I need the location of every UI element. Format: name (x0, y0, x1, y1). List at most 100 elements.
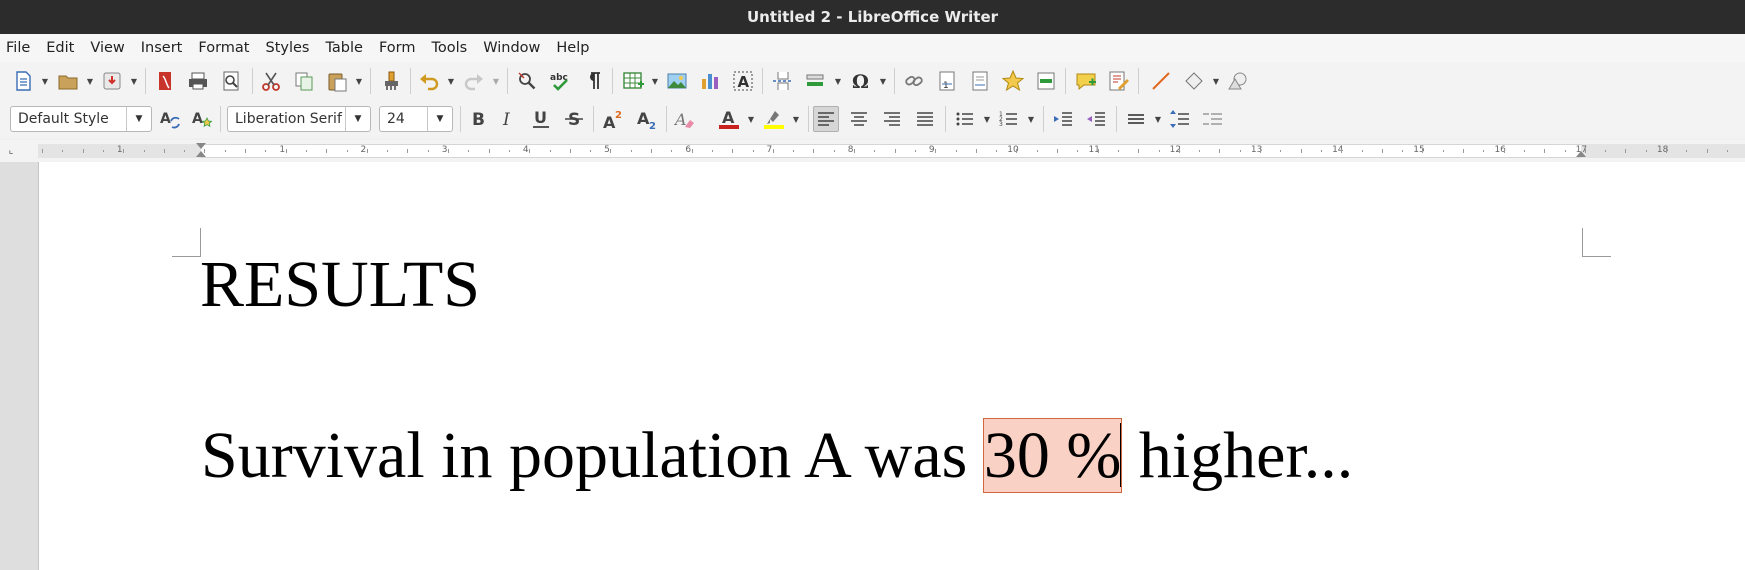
increase-paragraph-spacing-icon[interactable] (1167, 106, 1193, 132)
paste-dropdown-icon[interactable]: ▼ (354, 68, 364, 94)
align-left-icon[interactable] (813, 106, 839, 132)
insert-endnote-icon[interactable] (967, 68, 993, 94)
first-line-indent-marker[interactable] (196, 143, 206, 149)
shapes-dropdown-icon[interactable]: ▼ (1211, 68, 1221, 94)
paste-icon[interactable] (324, 68, 350, 94)
decrease-paragraph-spacing-icon[interactable] (1200, 106, 1226, 132)
ruler-tick (854, 149, 855, 153)
chevron-down-icon[interactable]: ▼ (345, 107, 370, 131)
font-name-combo[interactable]: Liberation Serif ▼ (227, 106, 371, 132)
new-document-icon[interactable] (10, 68, 36, 94)
font-color-dropdown-icon[interactable]: ▼ (746, 106, 756, 132)
align-center-icon[interactable] (846, 106, 872, 132)
insert-cross-reference-icon[interactable] (1033, 68, 1059, 94)
menu-styles[interactable]: Styles (257, 40, 317, 56)
ordered-list-icon[interactable]: 123 (996, 106, 1022, 132)
draw-functions-icon[interactable] (1225, 68, 1251, 94)
menu-form[interactable]: Form (371, 40, 424, 56)
insert-footnote-icon[interactable]: 1 (934, 68, 960, 94)
open-dropdown-icon[interactable]: ▼ (85, 68, 95, 94)
font-color-icon[interactable]: A (716, 106, 742, 132)
font-size-combo[interactable]: 24 ▼ (379, 106, 453, 132)
justify-icon[interactable] (912, 106, 938, 132)
paragraph-style-combo[interactable]: Default Style ▼ (10, 106, 152, 132)
menu-table[interactable]: Table (317, 40, 371, 56)
print-icon[interactable] (185, 68, 211, 94)
menu-tools[interactable]: Tools (424, 40, 476, 56)
export-pdf-icon[interactable] (152, 68, 178, 94)
superscript-icon[interactable]: A2 (600, 106, 626, 132)
undo-dropdown-icon[interactable]: ▼ (446, 68, 456, 94)
right-indent-marker[interactable] (1576, 151, 1586, 157)
special-char-dropdown-icon[interactable]: ▼ (878, 68, 888, 94)
ruler-tick (610, 149, 612, 153)
ruler-tick (82, 149, 84, 153)
insert-table-icon[interactable] (620, 68, 646, 94)
horizontal-ruler[interactable]: ⌞ 1 1 2 3 4 5 6 7 8 9 10 11 12 13 14 15 16 17 18 (0, 140, 1745, 162)
italic-icon[interactable]: I (495, 106, 521, 132)
print-preview-icon[interactable] (218, 68, 244, 94)
menu-insert[interactable]: Insert (133, 40, 191, 56)
basic-shapes-icon[interactable] (1181, 68, 1207, 94)
insert-bookmark-icon[interactable] (1000, 68, 1026, 94)
highlight-dropdown-icon[interactable]: ▼ (791, 106, 801, 132)
redo-icon[interactable] (461, 68, 487, 94)
insert-line-icon[interactable] (1148, 68, 1174, 94)
unordered-list-dropdown-icon[interactable]: ▼ (982, 106, 992, 132)
redo-dropdown-icon[interactable]: ▼ (491, 68, 501, 94)
increase-indent-icon[interactable] (1050, 106, 1076, 132)
save-dropdown-icon[interactable]: ▼ (129, 68, 139, 94)
menu-format[interactable]: Format (190, 40, 257, 56)
clear-formatting-icon[interactable]: A (672, 106, 698, 132)
insert-hyperlink-icon[interactable] (901, 68, 927, 94)
insert-text-box-icon[interactable]: A (730, 68, 756, 94)
highlight-color-icon[interactable] (761, 106, 787, 132)
update-style-icon[interactable]: A (157, 106, 183, 132)
strikethrough-icon[interactable]: S (561, 106, 587, 132)
document-heading[interactable]: RESULTS (200, 252, 480, 318)
insert-chart-icon[interactable] (697, 68, 723, 94)
table-dropdown-icon[interactable]: ▼ (650, 68, 660, 94)
menu-window[interactable]: Window (475, 40, 548, 56)
insert-image-icon[interactable] (664, 68, 690, 94)
new-style-icon[interactable]: A (189, 106, 215, 132)
menu-view[interactable]: View (82, 40, 132, 56)
left-indent-marker[interactable] (196, 151, 206, 157)
insert-comment-icon[interactable] (1073, 68, 1099, 94)
line-spacing-dropdown-icon[interactable]: ▼ (1153, 106, 1163, 132)
copy-icon[interactable] (291, 68, 317, 94)
decrease-indent-icon[interactable] (1083, 106, 1109, 132)
save-icon[interactable] (99, 68, 125, 94)
line-spacing-icon[interactable] (1123, 106, 1149, 132)
track-changes-icon[interactable] (1106, 68, 1132, 94)
document-page[interactable] (38, 162, 1745, 570)
subscript-icon[interactable]: A2 (634, 106, 660, 132)
cut-icon[interactable] (258, 68, 284, 94)
chevron-down-icon[interactable]: ▼ (126, 107, 151, 131)
menu-help[interactable]: Help (548, 40, 597, 56)
chevron-down-icon[interactable]: ▼ (427, 107, 452, 131)
spelling-icon[interactable]: abc (547, 68, 573, 94)
menu-file[interactable]: File (0, 40, 38, 56)
insert-field-icon[interactable] (803, 68, 829, 94)
selected-text[interactable]: 30 % (982, 418, 1123, 493)
underline-icon[interactable]: U (528, 106, 554, 132)
undo-icon[interactable] (416, 68, 442, 94)
open-folder-icon[interactable] (55, 68, 81, 94)
toolbar-separator (1138, 68, 1139, 94)
insert-page-break-icon[interactable] (770, 68, 796, 94)
find-replace-icon[interactable] (514, 68, 540, 94)
formatting-marks-icon[interactable] (580, 68, 606, 94)
unordered-list-icon[interactable] (952, 106, 978, 132)
ordered-list-dropdown-icon[interactable]: ▼ (1026, 106, 1036, 132)
menu-edit[interactable]: Edit (38, 40, 82, 56)
align-right-icon[interactable] (879, 106, 905, 132)
bold-icon[interactable]: B (465, 106, 491, 132)
clone-formatting-icon[interactable] (378, 68, 404, 94)
ruler-tick (590, 150, 592, 152)
field-dropdown-icon[interactable]: ▼ (833, 68, 843, 94)
document-paragraph[interactable]: Survival in population A was 30 % higher… (201, 418, 1353, 494)
tab-stop-type-icon[interactable]: ⌞ (4, 140, 18, 160)
new-dropdown-icon[interactable]: ▼ (40, 68, 50, 94)
special-character-icon[interactable]: Ω (848, 68, 874, 94)
